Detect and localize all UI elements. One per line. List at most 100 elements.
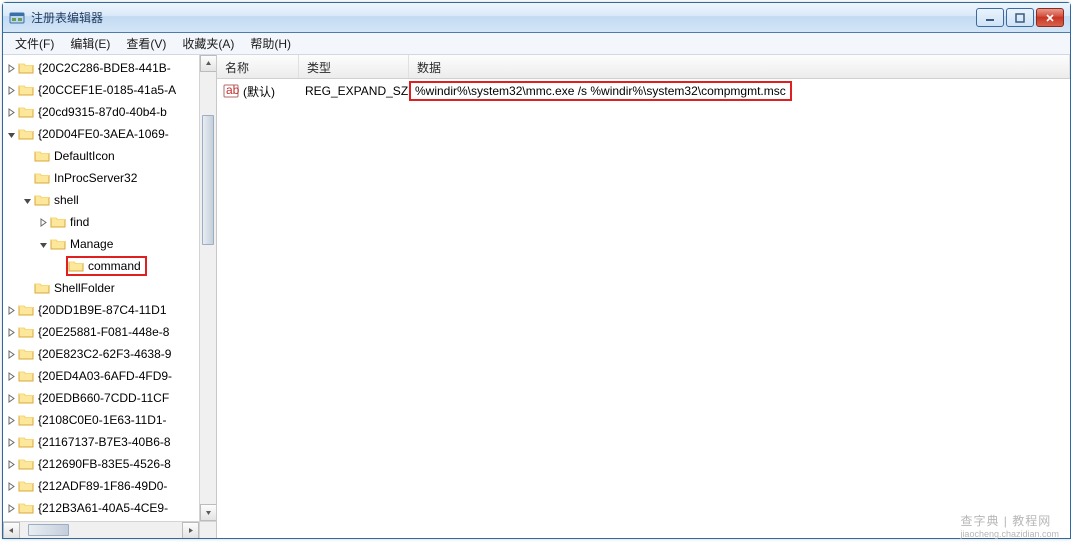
cell-data: %windir%\system32\mmc.exe /s %windir%\sy… xyxy=(409,79,1070,103)
tree-node-label: {21167137-B7E3-40B6-8 xyxy=(38,435,171,449)
tree-node[interactable]: shell xyxy=(3,189,199,211)
tree-node[interactable]: {20E25881-F081-448e-8 xyxy=(3,321,199,343)
tree-node[interactable]: {212B3A61-40A5-4CE9- xyxy=(3,497,199,519)
tree-node[interactable]: InProcServer32 xyxy=(3,167,199,189)
chevron-right-icon[interactable] xyxy=(5,304,17,316)
menu-favorites[interactable]: 收藏夹(A) xyxy=(174,33,242,54)
column-header-data[interactable]: 数据 xyxy=(409,55,1070,78)
menu-help[interactable]: 帮助(H) xyxy=(242,33,299,54)
scroll-right-button[interactable] xyxy=(182,522,199,538)
expander-placeholder xyxy=(21,282,33,294)
tree-node[interactable]: find xyxy=(3,211,199,233)
menu-file[interactable]: 文件(F) xyxy=(7,33,62,54)
folder-icon xyxy=(18,456,34,472)
chevron-right-icon[interactable] xyxy=(5,348,17,360)
chevron-right-icon[interactable] xyxy=(5,62,17,74)
folder-icon xyxy=(18,82,34,98)
scroll-down-button[interactable] xyxy=(200,504,217,521)
chevron-down-icon[interactable] xyxy=(37,238,49,250)
tree-node-label: find xyxy=(70,215,89,229)
tree-node[interactable]: command xyxy=(3,255,199,277)
maximize-button[interactable] xyxy=(1006,8,1034,27)
tree-node[interactable]: {20CCEF1E-0185-41a5-A xyxy=(3,79,199,101)
folder-icon xyxy=(18,302,34,318)
menubar: 文件(F) 编辑(E) 查看(V) 收藏夹(A) 帮助(H) xyxy=(3,33,1070,55)
chevron-right-icon[interactable] xyxy=(5,414,17,426)
tree-node-label: {212690FB-83E5-4526-8 xyxy=(38,457,171,471)
tree-node-label: {20ED4A03-6AFD-4FD9- xyxy=(38,369,172,383)
chevron-right-icon[interactable] xyxy=(5,106,17,118)
tree-node[interactable]: {20ED4A03-6AFD-4FD9- xyxy=(3,365,199,387)
tree-node[interactable]: {20D04FE0-3AEA-1069- xyxy=(3,123,199,145)
tree-node[interactable]: {20C2C286-BDE8-441B- xyxy=(3,57,199,79)
registry-editor-window: 注册表编辑器 文件(F) 编辑(E) 查看(V) 收藏夹(A) 帮助(H) {2… xyxy=(2,2,1071,539)
folder-icon xyxy=(18,478,34,494)
tree-node-label: command xyxy=(88,259,141,273)
list-row[interactable]: ab(默认)REG_EXPAND_SZ%windir%\system32\mmc… xyxy=(217,79,1070,101)
chevron-right-icon[interactable] xyxy=(5,370,17,382)
folder-icon xyxy=(18,368,34,384)
column-header-name[interactable]: 名称 xyxy=(217,55,299,78)
close-button[interactable] xyxy=(1036,8,1064,27)
scrollbar-track[interactable] xyxy=(20,522,182,538)
scroll-up-button[interactable] xyxy=(200,55,217,72)
folder-icon xyxy=(34,170,50,186)
scrollbar-corner xyxy=(199,521,216,538)
minimize-button[interactable] xyxy=(976,8,1004,27)
scrollbar-thumb[interactable] xyxy=(202,115,214,245)
chevron-right-icon[interactable] xyxy=(37,216,49,228)
cell-name: ab (默认) xyxy=(217,81,299,102)
folder-icon xyxy=(34,148,50,164)
tree-node[interactable]: {20cd9315-87d0-40b4-b xyxy=(3,101,199,123)
chevron-right-icon[interactable] xyxy=(5,392,17,404)
tree-node[interactable]: {212690FB-83E5-4526-8 xyxy=(3,453,199,475)
tree-node-label: {20E823C2-62F3-4638-9 xyxy=(38,347,171,361)
chevron-down-icon[interactable] xyxy=(21,194,33,206)
client-area: {20C2C286-BDE8-441B-{20CCEF1E-0185-41a5-… xyxy=(3,55,1070,538)
tree-view[interactable]: {20C2C286-BDE8-441B-{20CCEF1E-0185-41a5-… xyxy=(3,55,199,521)
folder-icon xyxy=(18,60,34,76)
tree-node-label: shell xyxy=(54,193,79,207)
chevron-down-icon[interactable] xyxy=(5,128,17,140)
folder-icon xyxy=(34,280,50,296)
value-name: (默认) xyxy=(243,83,275,100)
folder-icon xyxy=(68,258,84,274)
tree-horizontal-scrollbar[interactable] xyxy=(3,521,199,538)
tree-node[interactable]: ShellFolder xyxy=(3,277,199,299)
chevron-right-icon[interactable] xyxy=(5,436,17,448)
tree-node[interactable]: {2108C0E0-1E63-11D1- xyxy=(3,409,199,431)
tree-node[interactable]: {20E823C2-62F3-4638-9 xyxy=(3,343,199,365)
chevron-right-icon[interactable] xyxy=(5,84,17,96)
chevron-right-icon[interactable] xyxy=(5,326,17,338)
menu-edit[interactable]: 编辑(E) xyxy=(62,33,118,54)
tree-node-label: {20cd9315-87d0-40b4-b xyxy=(38,105,167,119)
tree-node[interactable]: DefaultIcon xyxy=(3,145,199,167)
chevron-right-icon[interactable] xyxy=(5,502,17,514)
svg-text:ab: ab xyxy=(226,83,239,97)
app-icon xyxy=(9,10,25,26)
tree-vertical-scrollbar[interactable] xyxy=(199,55,216,521)
value-data: %windir%\system32\mmc.exe /s %windir%\sy… xyxy=(409,81,792,101)
chevron-right-icon[interactable] xyxy=(5,480,17,492)
scrollbar-track[interactable] xyxy=(200,72,216,504)
tree-node[interactable]: {20EDB660-7CDD-11CF xyxy=(3,387,199,409)
tree-node[interactable]: {20DD1B9E-87C4-11D1 xyxy=(3,299,199,321)
expander-placeholder xyxy=(53,260,65,272)
folder-icon xyxy=(34,192,50,208)
tree-node-label: {20EDB660-7CDD-11CF xyxy=(38,391,169,405)
folder-icon xyxy=(18,346,34,362)
tree-node[interactable]: Manage xyxy=(3,233,199,255)
menu-view[interactable]: 查看(V) xyxy=(118,33,174,54)
chevron-right-icon[interactable] xyxy=(5,458,17,470)
tree-node-label: {212ADF89-1F86-49D0- xyxy=(38,479,167,493)
titlebar[interactable]: 注册表编辑器 xyxy=(3,3,1070,33)
tree-node-label: {20DD1B9E-87C4-11D1 xyxy=(38,303,167,317)
column-header-type[interactable]: 类型 xyxy=(299,55,409,78)
scrollbar-thumb[interactable] xyxy=(28,524,69,536)
tree-node-label: DefaultIcon xyxy=(54,149,115,163)
tree-node[interactable]: {21167137-B7E3-40B6-8 xyxy=(3,431,199,453)
tree-pane: {20C2C286-BDE8-441B-{20CCEF1E-0185-41a5-… xyxy=(3,55,217,538)
scroll-left-button[interactable] xyxy=(3,522,20,538)
tree-node[interactable]: {212ADF89-1F86-49D0- xyxy=(3,475,199,497)
list-body[interactable]: ab(默认)REG_EXPAND_SZ%windir%\system32\mmc… xyxy=(217,79,1070,101)
